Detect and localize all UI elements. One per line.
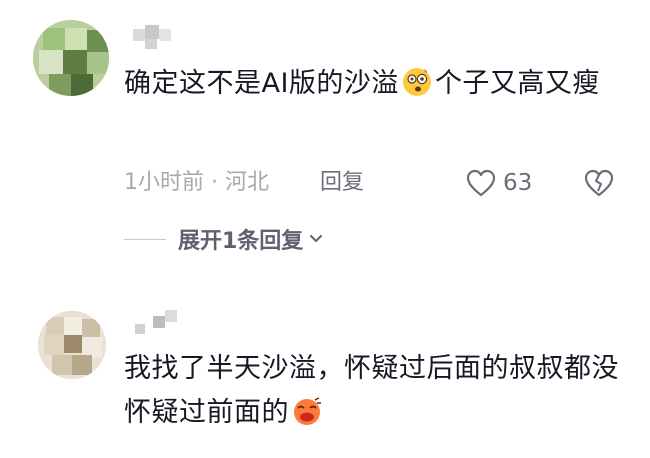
comment-text-part: 我找了半天沙溢，怀疑过后面的叔叔都没怀疑过前面的 [124,353,619,428]
comment-item: 我找了半天沙溢，怀疑过后面的叔叔都没怀疑过前面的 [0,0,650,458]
username-blurred[interactable] [131,310,181,336]
laughing-face-emoji [294,397,321,425]
avatar[interactable] [38,311,106,379]
comment-text: 我找了半天沙溢，怀疑过后面的叔叔都没怀疑过前面的 [124,347,624,435]
